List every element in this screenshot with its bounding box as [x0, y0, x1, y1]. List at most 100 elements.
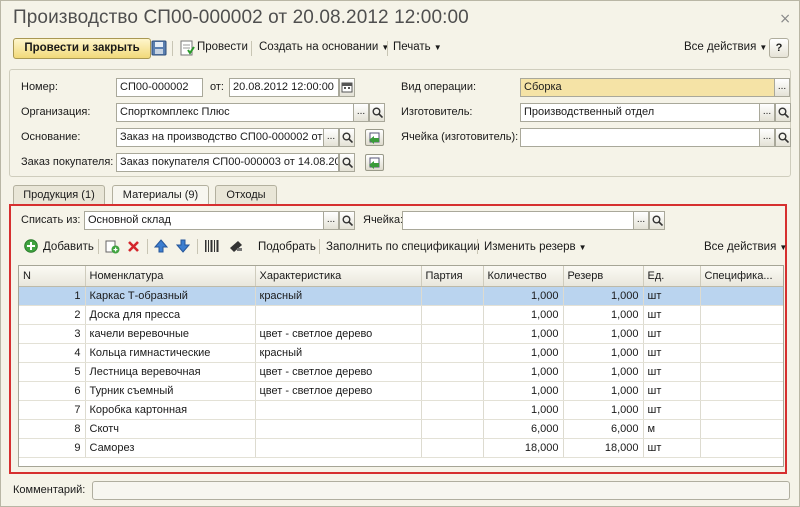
row-nomenclature[interactable]: Кольца гимнастические: [85, 343, 256, 363]
row-quantity[interactable]: 1,000: [483, 324, 564, 344]
table-row[interactable]: 8 Скотч 6,000 6,000 м: [19, 419, 783, 439]
table-row[interactable]: 2 Доска для пресса 1,000 1,000 шт: [19, 305, 783, 325]
table-row[interactable]: 4 Кольца гимнастические красный 1,000 1,…: [19, 343, 783, 363]
row-specification[interactable]: [700, 324, 783, 344]
row-unit[interactable]: шт: [643, 362, 701, 382]
row-reserve[interactable]: 1,000: [563, 362, 644, 382]
row-characteristic[interactable]: [255, 438, 422, 458]
search-icon[interactable]: [339, 153, 355, 172]
row-quantity[interactable]: 1,000: [483, 362, 564, 382]
row-batch[interactable]: [421, 324, 484, 344]
pick-button[interactable]: Подобрать: [258, 241, 316, 253]
row-nomenclature[interactable]: Скотч: [85, 419, 256, 439]
row-nomenclature[interactable]: Турник съемный: [85, 381, 256, 401]
create-based-on-menu[interactable]: Создать на основании ▼: [259, 41, 389, 53]
date-field[interactable]: 20.08.2012 12:00:00: [229, 78, 339, 97]
row-unit[interactable]: шт: [643, 324, 701, 344]
row-batch[interactable]: [421, 438, 484, 458]
materials-all-actions-menu[interactable]: Все действия ▼: [704, 241, 787, 253]
basis-choose-button[interactable]: ...: [323, 128, 339, 147]
column-header-specification[interactable]: Специфика...: [700, 266, 783, 287]
operation-type-choose-button[interactable]: ...: [774, 78, 790, 97]
move-up-icon[interactable]: [154, 239, 168, 253]
row-characteristic[interactable]: цвет - светлое дерево: [255, 362, 422, 382]
row-quantity[interactable]: 1,000: [483, 381, 564, 401]
row-batch[interactable]: [421, 305, 484, 325]
row-nomenclature[interactable]: Коробка картонная: [85, 400, 256, 420]
row-reserve[interactable]: 18,000: [563, 438, 644, 458]
copy-icon[interactable]: [105, 239, 120, 254]
warehouse-choose-button[interactable]: ...: [323, 211, 339, 230]
table-row[interactable]: 3 качели веревочные цвет - светлое дерев…: [19, 324, 783, 344]
row-specification[interactable]: [700, 438, 783, 458]
search-icon[interactable]: [369, 103, 385, 122]
barcode-icon[interactable]: [204, 239, 220, 253]
add-button[interactable]: Добавить: [43, 241, 94, 253]
row-reserve[interactable]: 1,000: [563, 305, 644, 325]
all-actions-menu[interactable]: Все действия ▼: [684, 41, 767, 53]
row-unit[interactable]: шт: [643, 286, 701, 306]
help-button[interactable]: ?: [769, 38, 789, 58]
cell-field[interactable]: [402, 211, 634, 230]
organization-field[interactable]: Спорткомплекс Плюс: [116, 103, 354, 122]
tab-waste[interactable]: Отходы: [215, 185, 277, 205]
cell-choose-button[interactable]: ...: [633, 211, 649, 230]
column-header-characteristic[interactable]: Характеристика: [255, 266, 422, 287]
table-row[interactable]: 1 Каркас Т-образный красный 1,000 1,000 …: [19, 286, 783, 306]
table-row[interactable]: 5 Лестница веревочная цвет - светлое дер…: [19, 362, 783, 382]
close-icon[interactable]: ×: [779, 11, 791, 27]
row-reserve[interactable]: 1,000: [563, 286, 644, 306]
row-batch[interactable]: [421, 381, 484, 401]
tab-products[interactable]: Продукция (1): [13, 185, 105, 205]
row-unit[interactable]: шт: [643, 438, 701, 458]
row-quantity[interactable]: 1,000: [483, 400, 564, 420]
column-header-quantity[interactable]: Количество: [483, 266, 564, 287]
table-row[interactable]: 7 Коробка картонная 1,000 1,000 шт: [19, 400, 783, 420]
row-characteristic[interactable]: [255, 419, 422, 439]
row-specification[interactable]: [700, 419, 783, 439]
row-nomenclature[interactable]: Каркас Т-образный: [85, 286, 256, 306]
row-quantity[interactable]: 18,000: [483, 438, 564, 458]
row-reserve[interactable]: 1,000: [563, 400, 644, 420]
customer-order-field[interactable]: Заказ покупателя СП00-000003 от 14.08.20: [116, 153, 339, 172]
calendar-icon[interactable]: [339, 78, 355, 97]
basis-field[interactable]: Заказ на производство СП00-000002 от: [116, 128, 324, 147]
column-header-nomenclature[interactable]: Номенклатура: [85, 266, 256, 287]
comment-field[interactable]: [92, 481, 790, 500]
row-reserve[interactable]: 1,000: [563, 381, 644, 401]
row-specification[interactable]: [700, 362, 783, 382]
open-order-icon[interactable]: [365, 154, 384, 171]
column-header-reserve[interactable]: Резерв: [563, 266, 644, 287]
row-reserve[interactable]: 1,000: [563, 324, 644, 344]
table-row[interactable]: 6 Турник съемный цвет - светлое дерево 1…: [19, 381, 783, 401]
tab-materials[interactable]: Материалы (9): [112, 185, 209, 206]
row-quantity[interactable]: 1,000: [483, 286, 564, 306]
row-characteristic[interactable]: цвет - светлое дерево: [255, 381, 422, 401]
row-batch[interactable]: [421, 400, 484, 420]
operation-type-field[interactable]: Сборка: [520, 78, 775, 97]
search-icon[interactable]: [775, 128, 791, 147]
organization-choose-button[interactable]: ...: [353, 103, 369, 122]
search-icon[interactable]: [339, 128, 355, 147]
row-quantity[interactable]: 6,000: [483, 419, 564, 439]
maker-cell-field[interactable]: [520, 128, 760, 147]
row-unit[interactable]: шт: [643, 400, 701, 420]
row-nomenclature[interactable]: Доска для пресса: [85, 305, 256, 325]
delete-icon[interactable]: [127, 240, 140, 253]
search-icon[interactable]: [339, 211, 355, 230]
row-specification[interactable]: [700, 400, 783, 420]
maker-field[interactable]: Производственный отдел: [520, 103, 760, 122]
scanner-icon[interactable]: [228, 239, 244, 253]
change-reserve-menu[interactable]: Изменить резерв ▼: [484, 241, 587, 253]
row-characteristic[interactable]: [255, 400, 422, 420]
row-characteristic[interactable]: красный: [255, 343, 422, 363]
table-row[interactable]: 9 Саморез 18,000 18,000 шт: [19, 438, 783, 458]
move-down-icon[interactable]: [176, 239, 190, 253]
row-specification[interactable]: [700, 381, 783, 401]
row-specification[interactable]: [700, 286, 783, 306]
row-batch[interactable]: [421, 343, 484, 363]
column-header-batch[interactable]: Партия: [421, 266, 484, 287]
row-quantity[interactable]: 1,000: [483, 305, 564, 325]
row-characteristic[interactable]: красный: [255, 286, 422, 306]
row-reserve[interactable]: 1,000: [563, 343, 644, 363]
